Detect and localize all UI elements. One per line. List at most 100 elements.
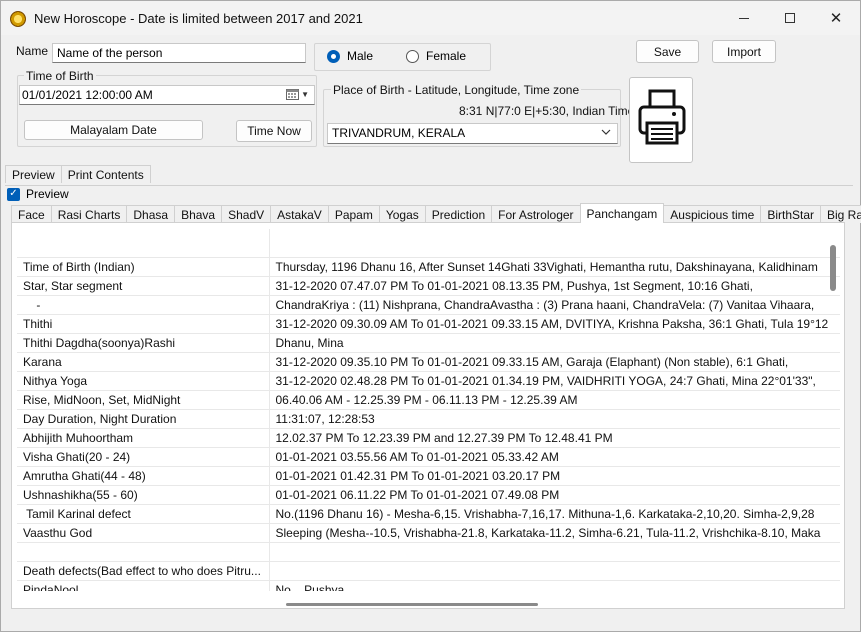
vertical-scrollbar[interactable] <box>830 245 836 291</box>
tab-dhasa[interactable]: Dhasa <box>126 205 176 223</box>
tab-rasi-charts[interactable]: Rasi Charts <box>50 205 128 223</box>
place-coordinates: 8:31 N|77:0 E|+5:30, Indian Time <box>459 104 635 118</box>
minimize-icon <box>739 17 749 19</box>
tab-print-contents[interactable]: Print Contents <box>60 165 151 183</box>
table-row[interactable]: Rise, MidNoon, Set, MidNight 06.40.06 AM … <box>17 390 840 410</box>
table-row[interactable]: Thithi 31-12-2020 09.30.09 AM To 01-01-20… <box>17 314 840 334</box>
preview-checkbox-label: Preview <box>26 187 69 201</box>
horizontal-scrollbar[interactable] <box>286 603 538 606</box>
printer-icon <box>638 89 686 145</box>
row-value: 31-12-2020 09.30.09 AM To 01-01-2021 09.… <box>269 314 840 334</box>
calendar-dropdown-icon[interactable]: ▼ <box>286 88 309 100</box>
tab-label: Dhasa <box>133 207 169 222</box>
tab-papam[interactable]: Papam <box>327 205 380 223</box>
tab-label: Prediction <box>431 207 486 222</box>
print-button[interactable] <box>629 77 693 163</box>
tab-big-rasi[interactable]: Big Rasi <box>820 205 861 223</box>
tab-yogas[interactable]: Yogas <box>378 205 426 223</box>
row-value: 31-12-2020 09.35.10 PM To 01-01-2021 09.… <box>269 352 840 372</box>
tab-label: Preview <box>12 167 55 182</box>
table-row[interactable]: Death defects(Bad effect to who does Pit… <box>17 561 840 581</box>
table-row[interactable]: Vaasthu God Sleeping (Mesha--10.5, Vrisha… <box>17 523 840 543</box>
row-key: Time of Birth (Indian) <box>17 257 270 277</box>
row-key: Tamil Karinal defect <box>17 504 270 524</box>
table-row[interactable]: PindaNool No. . Pushya <box>17 580 840 591</box>
table-row[interactable]: Karana 31-12-2020 09.35.10 PM To 01-01-20… <box>17 352 840 372</box>
name-input[interactable]: Name of the person <box>52 43 306 63</box>
row-value <box>269 542 840 562</box>
gender-male-label: Male <box>347 49 374 63</box>
tab-bhava[interactable]: Bhava <box>174 205 223 223</box>
time-now-button[interactable]: Time Now <box>236 120 312 142</box>
tab-label: ShadV <box>228 207 265 222</box>
maximize-icon <box>785 13 795 23</box>
table-row[interactable]: Tamil Karinal defect No.(1196 Dhanu 16) -… <box>17 504 840 524</box>
radio-selected-icon <box>327 49 340 63</box>
malayalam-date-button[interactable]: Malayalam Date <box>24 120 203 140</box>
row-value: Dhanu, Mina <box>269 333 840 353</box>
row-key: Abhijith Muhoortham <box>17 428 270 448</box>
table-row[interactable] <box>17 229 840 258</box>
horoscope-window: New Horoscope - Date is limited between … <box>0 0 861 632</box>
tab-label: Face <box>18 207 45 222</box>
save-button[interactable]: Save <box>636 40 699 63</box>
table-row[interactable]: Thithi Dagdha(soonya)Rashi Dhanu, Mina <box>17 333 840 353</box>
table-row[interactable]: - ChandraKriya : (11) Nishprana, ChandraA… <box>17 295 840 315</box>
tab-preview[interactable]: Preview <box>5 165 62 183</box>
tab-auspicious-time[interactable]: Auspicious time <box>663 205 762 223</box>
window-title: New Horoscope - Date is limited between … <box>34 11 363 26</box>
panchangam-panel: Time of Birth (Indian) Thursday, 1196 Dha… <box>11 222 845 609</box>
gender-male-radio[interactable]: Male <box>327 49 373 63</box>
table-row[interactable]: Visha Ghati(20 - 24) 01-01-2021 03.55.56 … <box>17 447 840 467</box>
tab-label: Auspicious time <box>670 207 755 222</box>
name-label: Name <box>16 44 49 58</box>
tab-label: Print Contents <box>67 167 144 182</box>
row-key: Amrutha Ghati(44 - 48) <box>17 466 270 486</box>
panchangam-grid[interactable]: Time of Birth (Indian) Thursday, 1196 Dha… <box>17 229 840 591</box>
maximize-button[interactable] <box>767 1 813 35</box>
table-row[interactable]: Time of Birth (Indian) Thursday, 1196 Dha… <box>17 257 840 277</box>
import-button[interactable]: Import <box>712 40 776 63</box>
row-value: 01-01-2021 01.42.31 PM To 01-01-2021 03.… <box>269 466 840 486</box>
table-row[interactable]: Star, Star segment 31-12-2020 07.47.07 PM… <box>17 276 840 296</box>
app-sun-icon <box>10 11 26 27</box>
gender-female-label: Female <box>426 49 467 63</box>
table-row[interactable]: Ushnashikha(55 - 60) 01-01-2021 06.11.22 … <box>17 485 840 505</box>
gender-female-radio[interactable]: Female <box>406 49 466 63</box>
tab-divider <box>5 185 853 186</box>
outer-tabstrip: Preview Print Contents <box>5 165 151 183</box>
inner-tabstrip: Face Rasi Charts Dhasa Bhava ShadV Astak… <box>11 203 861 223</box>
tab-shadv[interactable]: ShadV <box>221 205 272 223</box>
birth-datetime-picker[interactable]: 01/01/2021 12:00:00 AM ▼ <box>19 85 315 105</box>
place-combobox[interactable]: TRIVANDRUM, KERALA <box>327 123 618 144</box>
tab-birthstar[interactable]: BirthStar <box>760 205 821 223</box>
preview-checkbox[interactable]: ✓ Preview <box>7 187 69 201</box>
tab-face[interactable]: Face <box>11 205 52 223</box>
row-value: 01-01-2021 06.11.22 PM To 01-01-2021 07.… <box>269 485 840 505</box>
row-value: No.(1196 Dhanu 16) - Mesha-6,15. Vrishab… <box>269 504 840 524</box>
row-key <box>17 229 270 258</box>
tab-astakav[interactable]: AstakaV <box>270 205 329 223</box>
checkmark-icon: ✓ <box>7 187 20 201</box>
title-bar: New Horoscope - Date is limited between … <box>1 1 860 35</box>
close-button[interactable]: ✕ <box>813 1 859 35</box>
row-key: Nithya Yoga <box>17 371 270 391</box>
row-value: Sleeping (Mesha--10.5, Vrishabha-21.8, K… <box>269 523 840 543</box>
row-key: PindaNool <box>17 580 270 591</box>
table-row[interactable]: Amrutha Ghati(44 - 48) 01-01-2021 01.42.3… <box>17 466 840 486</box>
tab-label: Yogas <box>385 207 419 222</box>
tab-prediction[interactable]: Prediction <box>424 205 493 223</box>
radio-unselected-icon <box>406 49 419 63</box>
tab-label: Big Rasi <box>827 207 861 222</box>
table-row[interactable]: Nithya Yoga 31-12-2020 02.48.28 PM To 01-… <box>17 371 840 391</box>
table-row[interactable] <box>17 542 840 562</box>
chevron-down-icon[interactable] <box>601 128 611 139</box>
minimize-button[interactable] <box>721 1 767 35</box>
row-value: 31-12-2020 07.47.07 PM To 01-01-2021 08.… <box>269 276 840 296</box>
tab-for-astrologer[interactable]: For Astrologer <box>491 205 581 223</box>
tab-panchangam[interactable]: Panchangam <box>579 203 665 223</box>
row-key: Vaasthu God <box>17 523 270 543</box>
tab-label: Panchangam <box>586 206 658 221</box>
table-row[interactable]: Abhijith Muhoortham 12.02.37 PM To 12.23.… <box>17 428 840 448</box>
table-row[interactable]: Day Duration, Night Duration 11:31:07, 12… <box>17 409 840 429</box>
